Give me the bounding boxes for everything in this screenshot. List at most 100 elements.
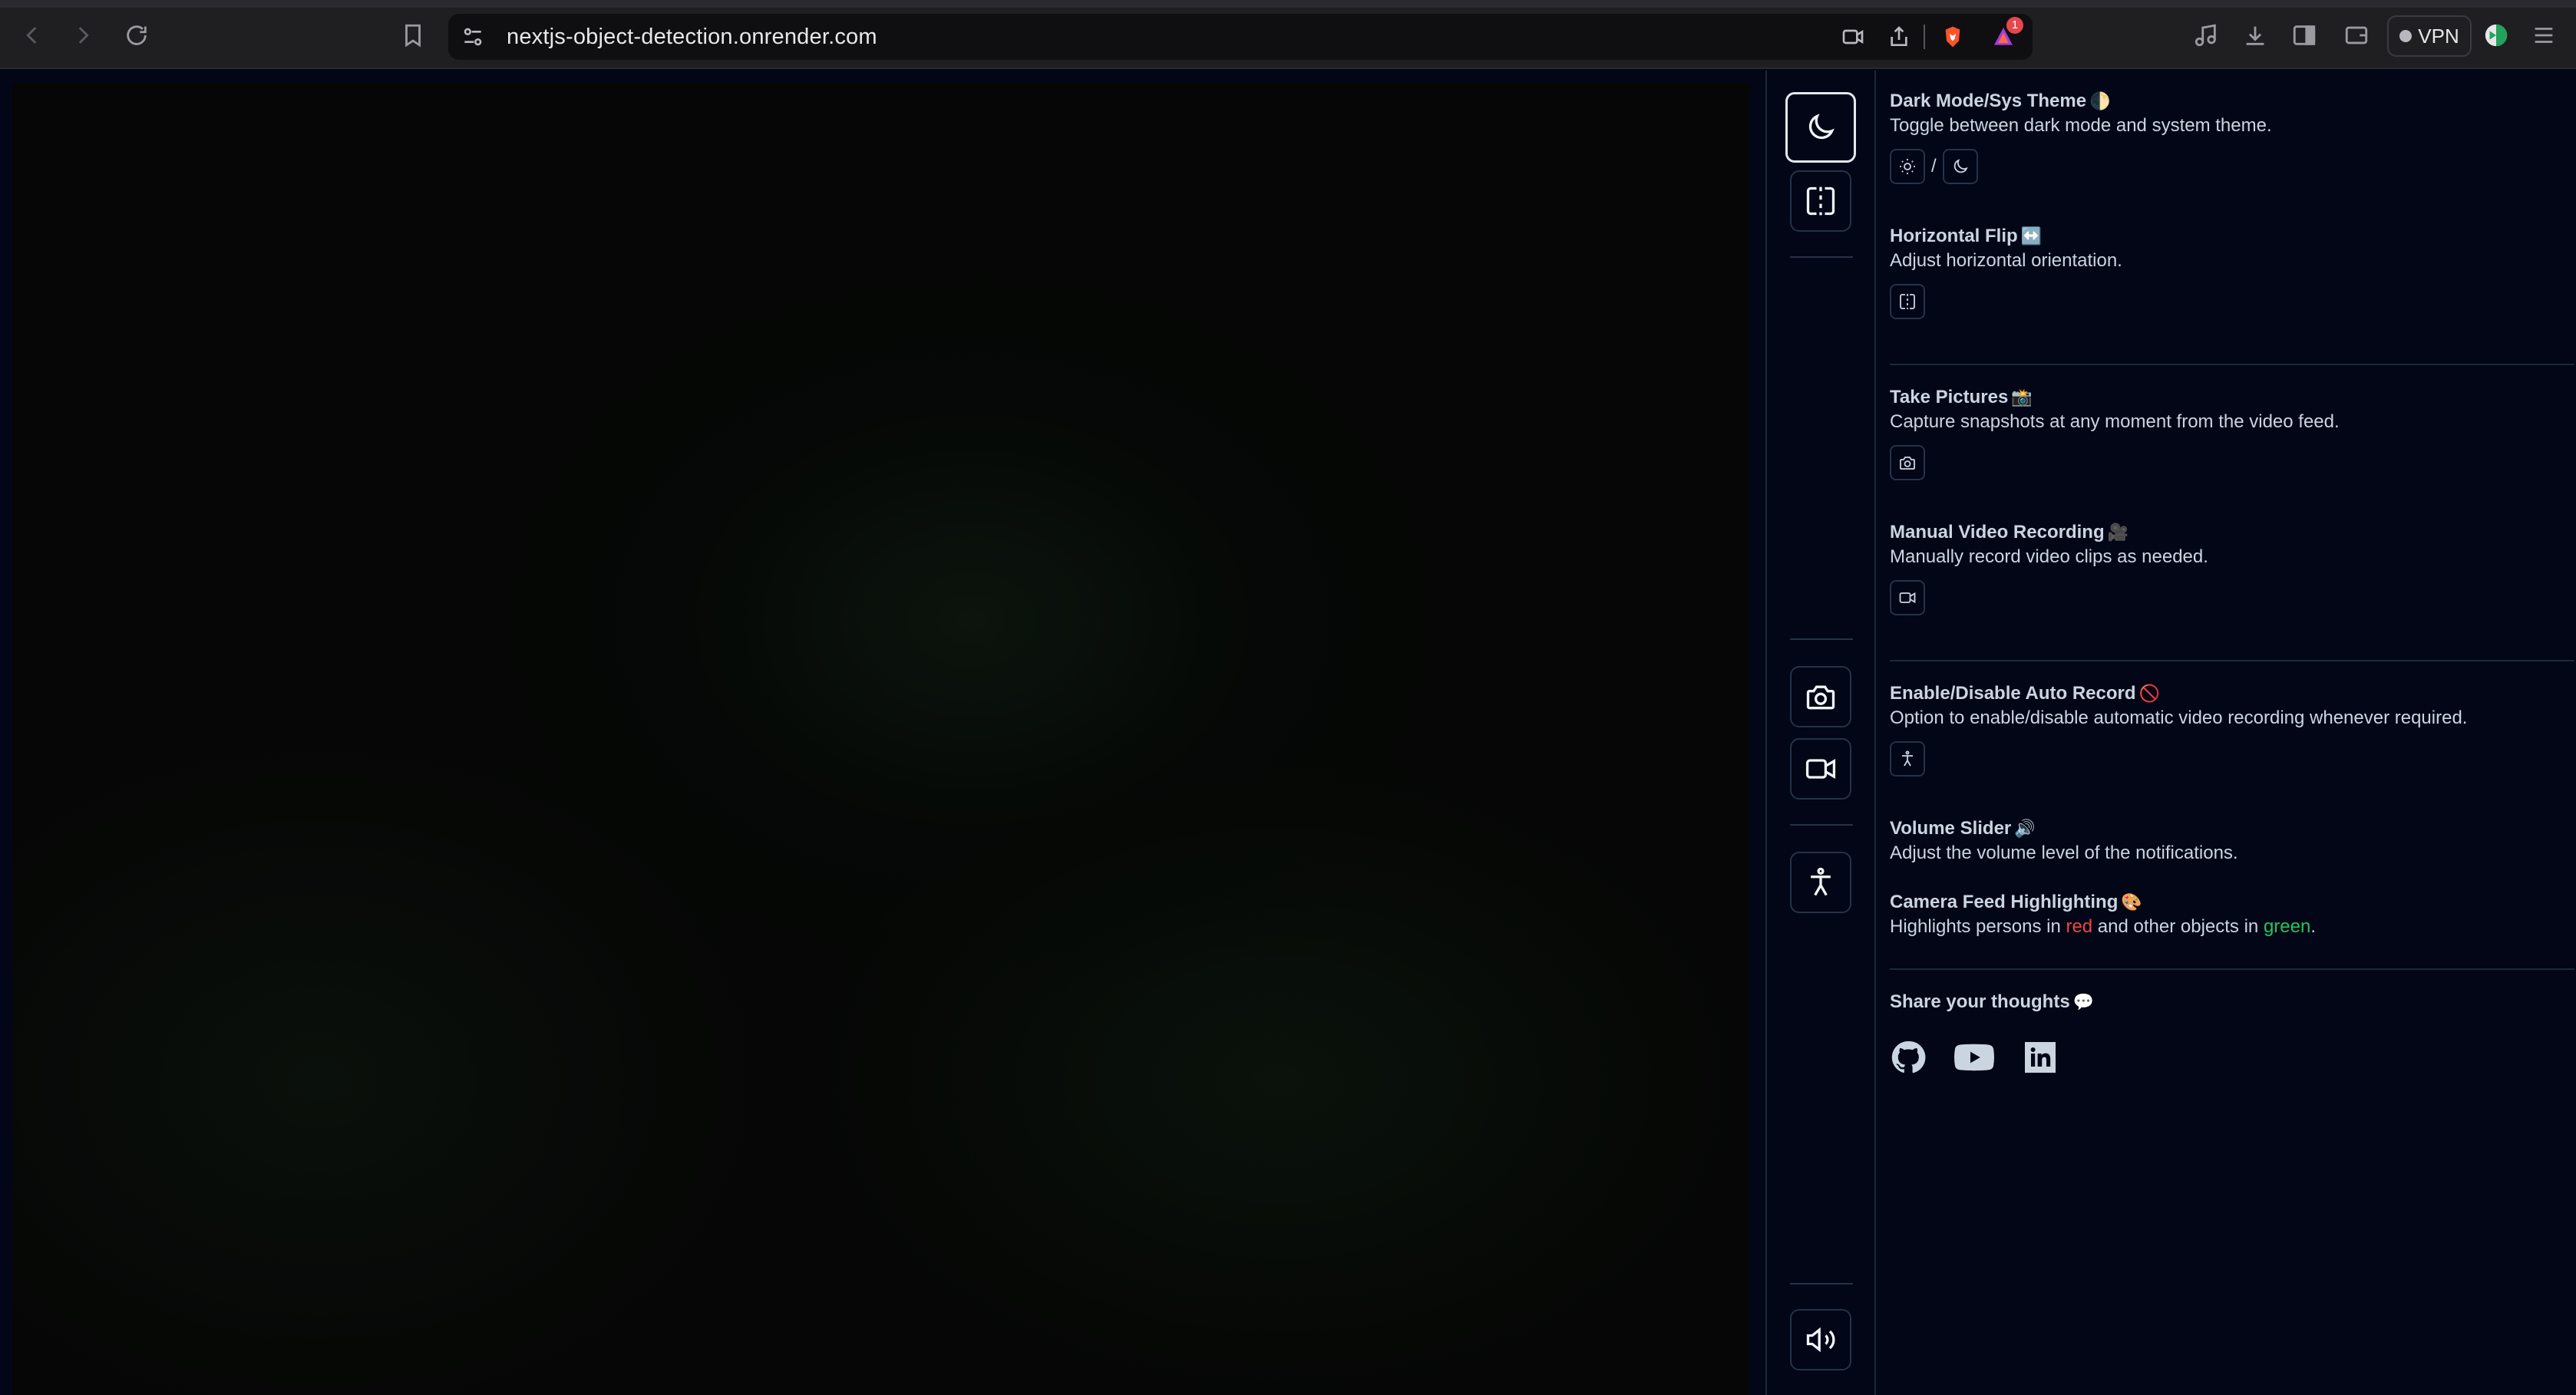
feature-description: Adjust horizontal orientation. (1890, 250, 2122, 271)
media-button[interactable] (2188, 17, 2224, 54)
feature-title: Volume Slider 🔊 (1890, 818, 2036, 839)
volume-icon (1806, 1327, 1835, 1353)
flip-mini-button[interactable] (1890, 284, 1925, 319)
chevron-left-icon (26, 27, 37, 44)
panel-divider (1890, 660, 2574, 661)
share-icon[interactable] (1884, 21, 1914, 52)
dark-theme-button[interactable] (1942, 149, 1978, 184)
feature-title: Manual Video Recording 🎥 (1890, 522, 2129, 542)
menu-button[interactable] (2525, 17, 2562, 54)
brave-shields-icon[interactable] (1937, 21, 1968, 52)
vpn-button[interactable]: VPN (2387, 15, 2472, 57)
toolbar-divider (1790, 824, 1853, 826)
toolbar-divider (1790, 638, 1853, 640)
moon-icon (1808, 114, 1835, 140)
github-icon[interactable] (1890, 1039, 1927, 1076)
site-settings-icon[interactable] (457, 21, 488, 52)
camera-flash-emoji-icon: 📸 (2011, 388, 2033, 407)
half-moon-emoji-icon: 🌓 (2089, 91, 2111, 110)
volume-button[interactable] (1790, 1309, 1851, 1370)
green-word: green (2263, 916, 2311, 937)
bookmark-button[interactable] (395, 17, 431, 54)
downloads-button[interactable] (2237, 17, 2274, 54)
reload-icon (127, 25, 147, 45)
profile-avatar-icon (2485, 24, 2508, 47)
youtube-icon[interactable] (1953, 1039, 1996, 1076)
feature-description: Option to enable/disable automatic video… (1890, 707, 2468, 728)
video-mini-button[interactable] (1890, 580, 1925, 615)
camera-in-use-icon[interactable] (1838, 21, 1868, 52)
camera-icon (1806, 685, 1835, 710)
moon-icon (1953, 159, 1968, 173)
camera-mini-button[interactable] (1890, 445, 1925, 480)
webcam-video-feed (0, 71, 1765, 1395)
wallet-button[interactable] (2338, 17, 2375, 54)
back-button[interactable] (14, 17, 51, 54)
palette-emoji-icon: 🎨 (2121, 892, 2142, 912)
feature-horizontal-flip: Horizontal Flip ↔️ Adjust horizontal orie… (1890, 224, 2122, 319)
feature-dark-mode: Dark Mode/Sys Theme 🌓 Toggle between dark… (1890, 89, 2272, 184)
feature-description: Toggle between dark mode and system them… (1890, 115, 2272, 136)
bookmark-icon (405, 24, 421, 48)
feature-description: Manually record video clips as needed. (1890, 546, 2208, 567)
toolbar-divider (1790, 256, 1853, 258)
address-bar-divider (1924, 25, 1925, 49)
share-title: Share your thoughts 💬 (1890, 991, 2095, 1012)
auto-record-toggle-button[interactable] (1790, 852, 1851, 913)
feature-title: Horizontal Flip ↔️ (1890, 226, 2043, 246)
feature-volume-slider: Volume Slider 🔊 Adjust the volume level o… (1890, 816, 2238, 866)
feature-manual-recording: Manual Video Recording 🎥 Manually record … (1890, 520, 2208, 615)
brave-rewards-icon[interactable]: 1 (1988, 17, 2023, 52)
browser-tab-strip (0, 0, 2576, 8)
camera-icon (1900, 457, 1915, 470)
rewards-badge: 1 (2006, 17, 2023, 34)
sun-icon (1900, 159, 1915, 174)
take-picture-button[interactable] (1790, 666, 1851, 727)
speech-bubble-emoji-icon: 💬 (2072, 992, 2095, 1011)
control-toolbar (1765, 71, 1876, 1395)
accessibility-icon (1902, 750, 1913, 767)
video-canvas (12, 83, 1750, 1395)
feature-description: Capture snapshots at any moment from the… (1890, 411, 2340, 432)
accessibility-icon (1811, 867, 1831, 896)
panel-divider (1890, 968, 2574, 970)
hamburger-menu-icon (2535, 28, 2553, 43)
feature-auto-record: Enable/Disable Auto Record 🚫 Option to en… (1890, 681, 2467, 777)
theme-toggle-button[interactable] (1785, 92, 1856, 163)
speaker-emoji-icon: 🔊 (2014, 819, 2036, 838)
feature-title: Dark Mode/Sys Theme 🌓 (1890, 91, 2111, 111)
auto-record-mini-button[interactable] (1890, 741, 1925, 777)
feature-description: Highlights persons in red and other obje… (1890, 916, 2317, 937)
flip-icon (1900, 294, 1915, 309)
url-text[interactable]: nextjs-object-detection.onrender.com (507, 14, 877, 60)
light-theme-button[interactable] (1890, 149, 1925, 184)
movie-camera-emoji-icon: 🎥 (2107, 523, 2129, 542)
red-word: red (2066, 916, 2093, 937)
feature-highlighting: Camera Feed Highlighting 🎨 Highlights per… (1890, 890, 2316, 939)
linkedin-icon[interactable] (2022, 1039, 2059, 1076)
video-icon (1899, 592, 1916, 604)
feature-take-pictures: Take Pictures 📸 Capture snapshots at any … (1890, 385, 2340, 480)
record-video-button[interactable] (1790, 738, 1851, 800)
download-icon (2246, 26, 2264, 45)
share-section: Share your thoughts 💬 (1890, 990, 2094, 1014)
social-links (1890, 1039, 2059, 1076)
feature-title: Take Pictures 📸 (1890, 387, 2033, 407)
feature-title: Enable/Disable Auto Record 🚫 (1890, 683, 2160, 704)
prohibited-emoji-icon: 🚫 (2138, 684, 2160, 703)
theme-separator: / (1931, 156, 1937, 176)
toolbar-divider (1790, 1283, 1853, 1285)
profile-button[interactable] (2478, 17, 2515, 54)
reload-button[interactable] (118, 17, 155, 54)
left-right-arrow-emoji-icon: ↔️ (2020, 226, 2043, 246)
wallet-icon (2345, 26, 2368, 45)
vpn-label: VPN (2418, 24, 2459, 48)
browser-toolbar: nextjs-object-detection.onrender.com 1 V… (0, 0, 2576, 69)
address-bar[interactable]: nextjs-object-detection.onrender.com 1 (448, 14, 2033, 60)
sidebar-toggle-button[interactable] (2286, 17, 2323, 54)
features-info-panel: Dark Mode/Sys Theme 🌓 Toggle between dark… (1878, 71, 2576, 1395)
flip-camera-button[interactable] (1790, 170, 1851, 232)
forward-button[interactable] (64, 17, 101, 54)
chevron-right-icon (78, 27, 89, 44)
flip-icon (1806, 186, 1835, 216)
